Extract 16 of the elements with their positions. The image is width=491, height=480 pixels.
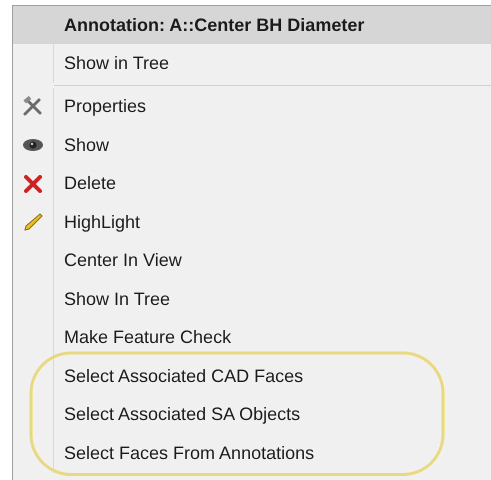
menu-item[interactable]: Select Associated CAD Faces	[54, 362, 304, 390]
menu-item[interactable]: HighLight	[54, 208, 140, 236]
menu-item[interactable]: Show in Tree	[54, 50, 170, 77]
menu-item[interactable]: Make Feature Check	[54, 324, 232, 352]
menu-item[interactable]: Show In Tree	[54, 286, 170, 313]
menu-item[interactable]: Select Faces From Annotations	[54, 440, 314, 467]
tools-icon	[22, 96, 44, 118]
eye-icon	[22, 137, 44, 154]
menu-item[interactable]: Properties	[54, 93, 146, 120]
menu-item[interactable]: Delete	[54, 170, 116, 198]
menu-header: Annotation: A::Center BH Diameter	[63, 14, 364, 36]
menu-item[interactable]: Select Associated SA Objects	[54, 401, 300, 428]
menu-item[interactable]: Show	[54, 132, 110, 159]
menu-item[interactable]: Center In View	[54, 247, 182, 274]
delete-icon	[23, 174, 43, 194]
pencil-icon	[23, 212, 43, 232]
